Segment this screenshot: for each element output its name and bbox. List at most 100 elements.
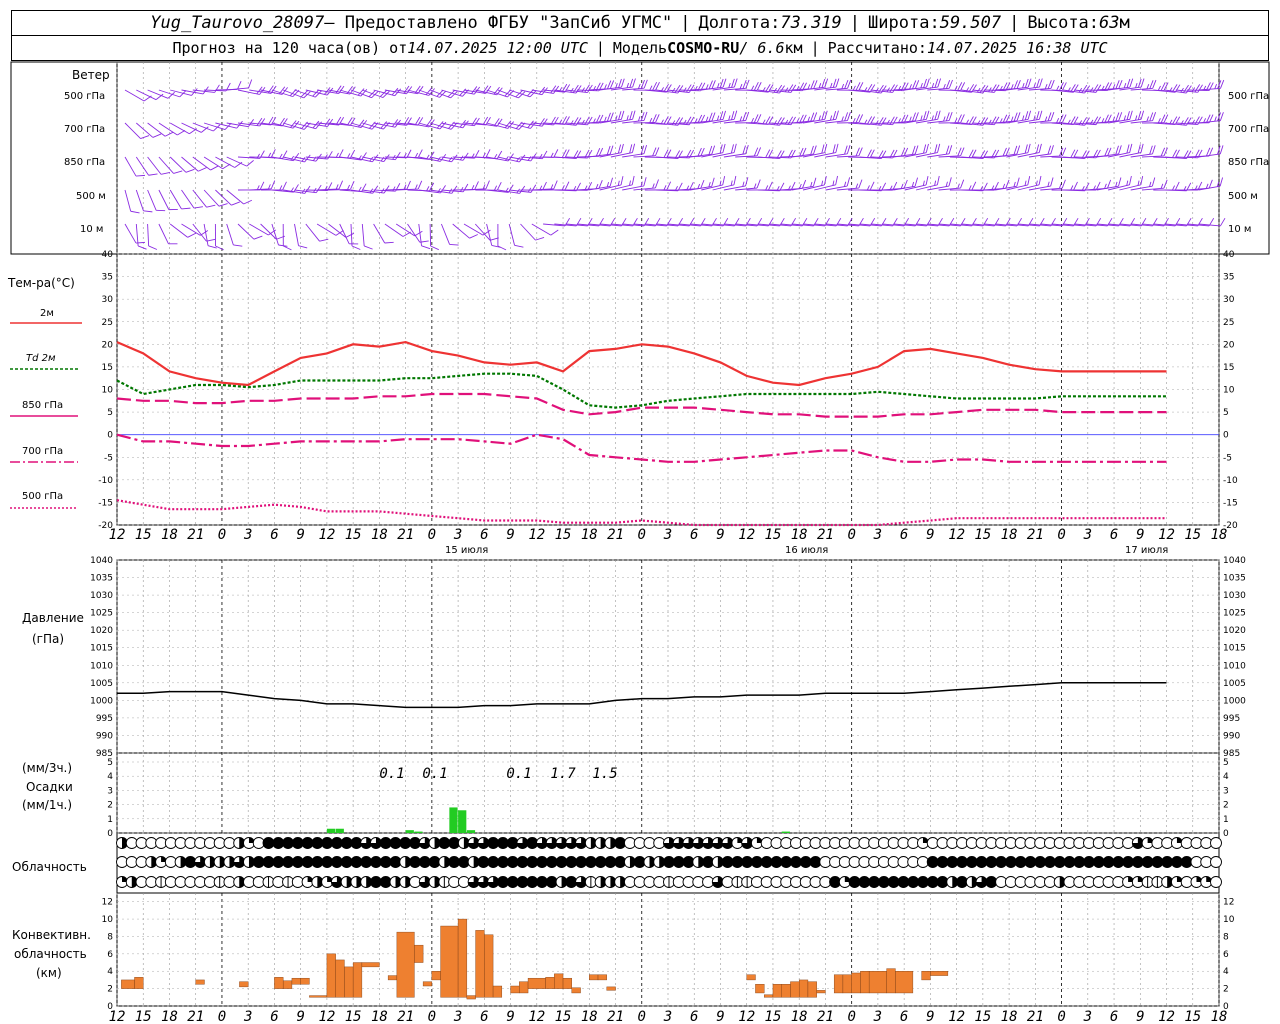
wind-barb-feather (943, 83, 946, 89)
wind-barb-feather (1174, 181, 1180, 191)
conv-x-tick-label: 6 (480, 1009, 488, 1024)
wind-barb-feather (347, 184, 350, 190)
wind-barb (124, 89, 145, 102)
temp-x-tick-label: 3 (663, 527, 672, 543)
temp-x-tick-label: 12 (948, 527, 965, 543)
wind-barb-feather (1137, 180, 1140, 186)
wind-barb-feather (1216, 181, 1220, 187)
wind-barb (373, 223, 386, 244)
wind-barb-feather (469, 234, 478, 239)
temp-x-tick-label: 9 (506, 527, 514, 543)
conv-x-tick-label: 3 (1083, 1009, 1092, 1024)
wind-barb-feather (742, 79, 747, 89)
wind-barb-feather (742, 181, 745, 187)
wind-barb-feather (148, 173, 158, 176)
wind-barb-feather (553, 180, 558, 190)
temp-x-tick-label: 9 (926, 527, 934, 543)
wind-barb (780, 89, 803, 92)
wind-barb-feather (784, 87, 789, 93)
wind-barb-feather (1149, 145, 1153, 155)
wind-barb-feather (1027, 78, 1032, 88)
conv-cloud-bar (554, 973, 564, 989)
date-label-17: 17 июля (1125, 545, 1168, 556)
wind-barb-feather (866, 185, 870, 191)
wind-barb-feather (934, 144, 938, 154)
wind-barb-feather (130, 210, 140, 214)
wind-barb-feather (631, 175, 635, 185)
wind-barb-feather (708, 112, 713, 122)
wind-barb-feather (988, 87, 992, 93)
wind-barb-feather (751, 85, 755, 91)
wind-barb (610, 184, 633, 191)
wind-barb-feather (553, 149, 559, 158)
temp-x-tick-label: 15 (974, 527, 991, 543)
wind-barb-feather (968, 185, 972, 191)
temp-x-tick-label: 6 (690, 527, 698, 543)
wind-barb-feather (1214, 84, 1218, 90)
wind-barb-feather (598, 180, 603, 189)
wind-level-500m-right: 500 м (1228, 191, 1258, 202)
wind-barb-feather (1047, 181, 1050, 187)
wind-barb-feather (570, 120, 574, 125)
precip-tick-label-right: 5 (1223, 758, 1229, 768)
temp-x-tick-label: 0 (847, 527, 855, 543)
conv-cloud-bar (807, 981, 817, 998)
temp-tick-label: 5 (107, 408, 113, 418)
wind-level-700hpa-right: 700 гПа (1228, 124, 1269, 135)
wind-barb-feather (1044, 116, 1048, 122)
wind-barb-feather (268, 152, 272, 158)
conv-cloud-bar (326, 953, 336, 998)
pressure-tick-label-right: 990 (1223, 731, 1240, 741)
conv-cloud-bar (121, 979, 135, 989)
wind-barb-feather (210, 165, 219, 171)
wind-barb-feather (742, 145, 746, 155)
temp-tick-label-right: 5 (1223, 408, 1229, 418)
wind-barb-feather (1013, 181, 1016, 187)
wind-barb-feather (1038, 143, 1042, 153)
wind-barb-feather (1126, 78, 1131, 88)
pressure-tick-label-right: 1035 (1223, 574, 1246, 584)
conv-cloud-bar (387, 975, 398, 981)
conv-tick-label-right: 4 (1223, 967, 1229, 977)
wind-barb-feather (852, 117, 856, 123)
wind-barb-feather (267, 184, 271, 190)
pressure-tick-label: 1030 (90, 591, 113, 601)
conv-cloud-bar (816, 990, 826, 994)
wind-barb-feather (1056, 85, 1060, 91)
conv-x-tick-label: 6 (690, 1009, 698, 1024)
wind-barb-feather (181, 207, 191, 210)
wind-barb-feather (948, 177, 952, 187)
pressure-unit: (гПа) (32, 632, 64, 646)
wind-barb-feather (632, 110, 636, 120)
wind-barb-feather (426, 186, 430, 191)
precip-annotation: 1.7 (550, 766, 576, 782)
precip-annotation: 1.5 (592, 766, 617, 782)
wind-barb-feather (810, 112, 815, 122)
wind-barb-feather (1152, 145, 1156, 155)
temp-tick-label-right: 25 (1223, 318, 1234, 328)
meteogram: Yug_Taurovo_28097 – Предоставлено ФГБУ "… (0, 0, 1280, 1024)
wind-barb-feather (206, 204, 216, 208)
temp-tick-label: 40 (102, 250, 114, 260)
conv-x-tick-label: 18 (791, 1009, 808, 1024)
precip-bar (458, 810, 467, 833)
wind-barb-feather (824, 143, 828, 153)
wind-barb-feather (847, 111, 851, 121)
wind-barb-feather (514, 244, 524, 248)
wind-barb-feather (663, 185, 667, 191)
wind-barb-feather (728, 82, 731, 88)
conv-cloud-bar (484, 934, 494, 998)
wind-barb-feather (283, 245, 292, 251)
wind-barb-feather (335, 152, 339, 158)
conv-tick-label-right: 8 (1223, 932, 1229, 942)
wind-barb-feather (406, 180, 411, 190)
temp-tick-label-right: 35 (1223, 273, 1234, 283)
conv-cloud-bar (746, 974, 756, 981)
temp-x-tick-label: 21 (187, 527, 204, 543)
conv-cloud-bar (860, 971, 870, 994)
wind-barb-feather (253, 235, 263, 240)
wind-barb-feather (1118, 112, 1123, 121)
wind-barb (633, 122, 656, 124)
wind-barb-feather (643, 111, 648, 121)
wind-barb-feather (1140, 110, 1145, 120)
